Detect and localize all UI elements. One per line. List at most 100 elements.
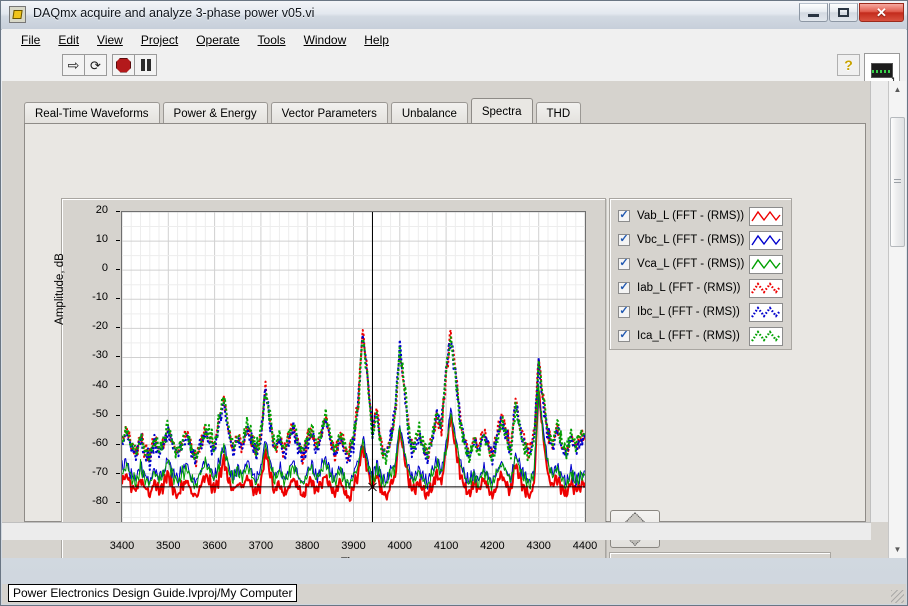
run-button[interactable]: ⇨ [62,54,85,76]
legend-item-label-3: Iab_L (FFT - (RMS)) [637,282,741,294]
y-tick-mark [116,327,120,329]
legend-checkbox-0[interactable]: ✓ [618,208,630,222]
legend-checkbox-1[interactable]: ✓ [618,232,630,246]
plot-svg [122,212,585,532]
menu-item-project-label: Project [140,33,179,47]
panel-horizontal-scrollbar-inner[interactable] [2,522,871,540]
title-bar: DAQmx acquire and analyze 3-phase power … [1,1,907,30]
menu-item-operate[interactable]: Operate [187,31,248,49]
pause-button[interactable] [134,54,157,76]
check-icon: ✓ [619,328,629,341]
tab-vector-parameters-label: Vector Parameters [281,107,377,120]
scroll-up-icon[interactable]: ▲ [889,81,906,98]
x-tick-label-5: 3900 [341,540,366,552]
legend-item-5[interactable]: ✓ Ica_L (FFT - (RMS)) [610,324,791,348]
cursor-legend[interactable]: Cursors: X Y − Cursor 0 [609,552,831,558]
menu-item-edit[interactable]: Edit [49,31,88,49]
tab-power-and-energy[interactable]: Power & Energy [162,102,268,124]
pause-icon [140,59,151,71]
scroll-grip-icon [894,179,901,185]
legend-plot-style-2[interactable] [749,254,783,274]
maximize-button[interactable] [829,3,858,22]
legend-item-0[interactable]: ✓ Vab_L (FFT - (RMS)) [610,204,791,228]
scroll-down-icon[interactable]: ▼ [889,541,906,558]
legend-plot-style-0[interactable] [749,206,783,226]
legend-swatch-icon [751,234,781,245]
menu-item-file[interactable]: File [12,31,49,49]
tab-unbalance[interactable]: Unbalance [390,102,468,124]
check-icon: ✓ [619,256,629,269]
run-continuously-icon: ⟳ [90,57,101,73]
vi-toolbar: ⇨ ⟳ ? 1 [2,51,906,87]
menu-item-help-label: Help [364,33,389,47]
y-tick-mark [116,240,120,242]
legend-plot-style-4[interactable] [749,302,783,322]
abort-execution-icon [116,57,131,73]
legend-item-label-0: Vab_L (FFT - (RMS)) [637,210,745,222]
legend-item-3[interactable]: ✓ Iab_L (FFT - (RMS)) [610,276,791,300]
legend-item-label-2: Vca_L (FFT - (RMS)) [637,258,745,270]
tab-page-spectra: Stop Amplitude, dB 20100-10-20-30-40-50-… [24,123,866,558]
y-tick-label-2: 0 [101,262,108,275]
menu-item-tools[interactable]: Tools [249,31,295,49]
y-tick-label-4: -20 [92,320,108,333]
legend-checkbox-4[interactable]: ✓ [618,304,630,318]
context-help-button[interactable]: ? [837,54,860,76]
close-icon: ✕ [876,5,887,20]
tab-vector-parameters[interactable]: Vector Parameters [270,102,388,124]
panel-vertical-scrollbar-inner[interactable] [870,81,888,522]
run-arrow-icon: ⇨ [67,57,80,73]
window-title: DAQmx acquire and analyze 3-phase power … [33,6,315,20]
window-vertical-scrollbar[interactable]: ▲ ▼ [888,81,906,558]
tab-spectra[interactable]: Spectra [470,98,533,124]
spectra-graph[interactable]: Amplitude, dB 20 10 0 -10 -20 -30 -40 -50 -60 -70… [54,198,606,558]
maximize-icon [838,8,849,17]
menu-item-window[interactable]: Window [295,31,356,49]
y-tick-label-9: -70 [92,465,108,478]
x-tick-label-9: 4300 [526,540,551,552]
tab-thd[interactable]: THD [535,102,582,124]
vertical-scroll-thumb[interactable] [890,117,905,247]
plot-area[interactable] [121,211,586,533]
y-tick-mark [116,269,120,271]
legend-checkbox-2[interactable]: ✓ [618,256,630,270]
y-tick-label-0: 20 [95,204,108,216]
menu-item-edit-label: Edit [58,33,80,47]
check-icon: ✓ [619,304,629,317]
y-axis-ticks: 20100-10-20-30-40-50-60-70-80-90 [62,199,120,544]
x-tick-label-3: 3700 [248,540,274,552]
legend-plot-style-3[interactable] [749,278,783,298]
x-axis-label: Time [121,557,586,558]
menu-item-window-label: Window [303,33,347,47]
legend-item-label-4: Ibc_L (FFT - (RMS)) [637,306,740,318]
project-path-label: Power Electronics Design Guide.lvproj/My… [8,584,298,602]
legend-swatch-icon [751,305,781,318]
run-continuously-button[interactable]: ⟳ [84,54,107,76]
minimize-button[interactable] [799,3,828,22]
menu-item-help[interactable]: Help [355,31,398,49]
menu-item-project[interactable]: Project [132,31,187,49]
legend-item-2[interactable]: ✓ Vca_L (FFT - (RMS)) [610,252,791,276]
legend-item-4[interactable]: ✓ Ibc_L (FFT - (RMS)) [610,300,791,324]
resize-grip-icon[interactable] [891,590,904,603]
legend-plot-style-5[interactable] [749,326,783,346]
x-tick-label-10: 4400 [572,540,598,552]
y-tick-mark [116,501,120,503]
close-button[interactable]: ✕ [859,3,904,22]
abort-button[interactable] [112,54,135,76]
tab-real-time-waveforms[interactable]: Real-Time Waveforms [24,102,160,124]
y-tick-mark [116,414,120,416]
legend-checkbox-3[interactable]: ✓ [618,281,630,294]
x-tick-label-0: 3400 [109,540,135,552]
legend-item-1[interactable]: ✓ Vbc_L (FFT - (RMS)) [610,228,791,252]
check-icon: ✓ [619,232,629,245]
plot-legend[interactable]: ✓ Vab_L (FFT - (RMS)) ✓ Vbc_L (FFT - (RMS))… [609,198,792,350]
labview-vi-icon [9,6,26,23]
menu-item-view[interactable]: View [88,31,132,49]
tab-control: Real-Time Waveforms Power & Energy Vecto… [24,98,584,124]
legend-plot-style-1[interactable] [749,230,783,250]
legend-checkbox-5[interactable]: ✓ [618,328,630,342]
check-icon: ✓ [619,208,629,221]
y-tick-label-6: -40 [92,378,108,391]
legend-swatch-icon [751,210,781,221]
